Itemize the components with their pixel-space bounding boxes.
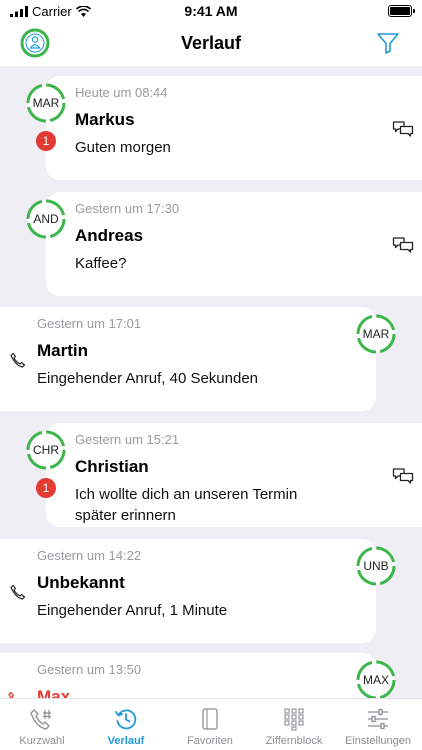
history-entry-martin[interactable]: Gestern um 17:01 Martin Eingehender Anru… xyxy=(0,307,376,411)
avatar-initials: UNB xyxy=(363,559,389,573)
contact-avatar[interactable]: MAX xyxy=(356,660,396,698)
avatar-initials: AND xyxy=(33,212,59,226)
entry-timestamp: Gestern um 15:21 xyxy=(75,432,180,447)
entry-text-line2: später erinnern xyxy=(75,507,176,524)
tab-einstellungen[interactable]: Einstellungen xyxy=(336,699,420,750)
unread-badge: 1 xyxy=(36,131,56,151)
history-icon xyxy=(115,709,137,730)
settings-icon xyxy=(368,708,388,730)
entry-name: Unbekannt xyxy=(37,573,125,592)
unread-badge: 1 xyxy=(36,478,56,498)
entry-timestamp: Gestern um 14:22 xyxy=(37,548,142,563)
tab-ziffernblock[interactable]: Ziffernblock xyxy=(252,699,336,750)
entry-text-line1: Ich wollte dich an unseren Termin xyxy=(75,486,298,503)
entry-name: Martin xyxy=(37,341,88,360)
tab-label: Favoriten xyxy=(187,735,233,747)
tab-kurzwahl[interactable]: Kurzwahl xyxy=(0,699,84,750)
history-entry-markus[interactable]: Heute um 08:44 Markus Guten morgen xyxy=(46,76,422,180)
contact-avatar[interactable]: UNB xyxy=(356,546,396,586)
avatar-initials: MAR xyxy=(362,327,390,341)
avatar-initials: MAX xyxy=(362,673,389,687)
chat-icon[interactable] xyxy=(392,467,414,485)
history-entry-andreas[interactable]: Gestern um 17:30 Andreas Kaffee? xyxy=(46,192,422,296)
missed-call-icon xyxy=(8,691,15,698)
keypad-icon xyxy=(284,708,304,731)
status-bar: Carrier 9:41 AM xyxy=(0,0,422,22)
tab-verlauf[interactable]: Verlauf xyxy=(84,699,168,750)
phone-icon xyxy=(10,584,26,600)
speed-dial-icon xyxy=(30,709,51,730)
entry-name: Markus xyxy=(75,110,135,129)
chat-icon[interactable] xyxy=(392,236,414,254)
entry-timestamp: Gestern um 17:30 xyxy=(75,201,180,216)
chat-icon[interactable] xyxy=(392,120,414,138)
tab-label: Ziffernblock xyxy=(265,735,323,747)
entry-name: Max xyxy=(37,687,71,698)
contact-avatar[interactable]: AND xyxy=(26,199,66,239)
entry-text: Guten morgen xyxy=(75,139,171,156)
battery-icon xyxy=(388,5,415,17)
contact-avatar[interactable]: CHR xyxy=(26,430,66,470)
tab-bar: Kurzwahl Verlauf Favoriten Ziffernblock xyxy=(0,698,422,750)
entry-text: Eingehender Anruf, 40 Sekunden xyxy=(37,370,259,387)
history-entry-unbekannt[interactable]: Gestern um 14:22 Unbekannt Eingehender A… xyxy=(0,539,376,643)
entry-timestamp: Gestern um 17:01 xyxy=(37,316,142,331)
history-entry-max[interactable]: Gestern um 13:50 Max xyxy=(0,653,376,698)
filter-icon[interactable] xyxy=(376,31,400,55)
contact-avatar[interactable]: MAR xyxy=(356,314,396,354)
tab-label: Einstellungen xyxy=(344,735,412,747)
favorites-icon xyxy=(202,708,218,730)
history-entry-christian[interactable]: Gestern um 15:21 Christian Ich wollte di… xyxy=(46,423,422,527)
entry-timestamp: Heute um 08:44 xyxy=(75,85,168,100)
contact-avatar[interactable]: MAR xyxy=(26,83,66,123)
history-list[interactable]: Heute um 08:44 Markus Guten morgen Geste… xyxy=(0,66,422,698)
entry-name: Christian xyxy=(75,457,149,476)
avatar-initials: CHR xyxy=(33,443,59,457)
page-title: Verlauf xyxy=(180,33,242,53)
entry-timestamp: Gestern um 13:50 xyxy=(37,662,142,677)
tab-label: Verlauf xyxy=(107,735,145,747)
nav-bar: Verlauf xyxy=(0,22,422,66)
entry-text: Kaffee? xyxy=(75,255,127,272)
entry-text: Eingehender Anruf, 1 Minute xyxy=(37,602,228,619)
avatar-initials: MAR xyxy=(32,96,60,110)
entry-name: Andreas xyxy=(75,226,144,245)
clock: 9:41 AM xyxy=(184,3,238,19)
phone-icon xyxy=(10,352,26,368)
tab-label: Kurzwahl xyxy=(19,735,65,747)
tab-favoriten[interactable]: Favoriten xyxy=(168,699,252,750)
